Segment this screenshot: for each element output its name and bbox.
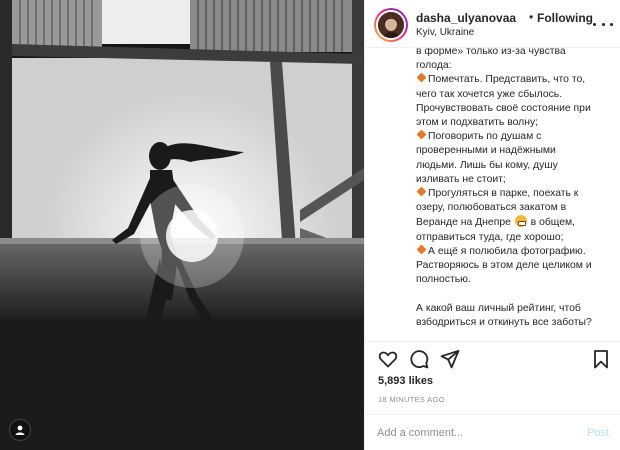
user-tag-icon [15, 425, 25, 435]
instagram-post-viewer: dasha_ulyanovaa • Following Kyiv, Ukrain… [0, 0, 620, 450]
caption-line: А какой ваш личный рейтинг, чтоб [416, 302, 581, 314]
caption-line: Веранде на Днепре в общем, [416, 215, 576, 229]
orange-diamond-icon [416, 186, 427, 197]
username-link[interactable]: dasha_ulyanovaa [416, 11, 516, 25]
heart-icon[interactable] [378, 349, 398, 369]
caption-line: Помечтать. Представить, что то, [416, 72, 607, 87]
paper-plane-icon[interactable] [440, 349, 460, 369]
caption-line: А ещё я полюбила фотографию. [416, 244, 607, 259]
following-button[interactable]: Following [537, 11, 593, 25]
grinning-face-icon [514, 215, 527, 228]
avatar[interactable] [374, 8, 408, 42]
orange-diamond-icon [416, 129, 427, 140]
caption-line: Растворяюсь в этом деле целиком и [416, 260, 592, 272]
caption-line: голода: [416, 60, 452, 72]
caption-line: в форме» только из-за чувства [416, 48, 566, 57]
caption-line: озеру, полюбоваться закатом в [416, 202, 567, 214]
bookmark-icon[interactable] [591, 349, 611, 369]
photo-illustration [0, 0, 364, 450]
comment-bubble-icon[interactable] [409, 349, 429, 369]
post-header: dasha_ulyanovaa • Following Kyiv, Ukrain… [365, 0, 620, 48]
avatar-image [378, 12, 404, 38]
orange-diamond-icon [416, 72, 427, 83]
caption-line: отправиться туда, где хорошо; [416, 231, 564, 243]
post-comment-button[interactable]: Post [587, 427, 609, 439]
location-link[interactable]: Kyiv, Ukraine [416, 27, 474, 38]
separator-dot: • [529, 10, 534, 24]
caption-line: Прочувствовать своё состояние при [416, 102, 591, 114]
caption-text: в форме» только из-за чувства голода: По… [365, 48, 620, 341]
post-actions-bar [365, 341, 620, 373]
user-tag-button[interactable] [9, 419, 31, 441]
caption-line: этом и подхватить волну; [416, 117, 539, 129]
caption-line: проверенными и надёжными [416, 145, 556, 157]
post-photo[interactable] [0, 0, 364, 450]
comment-input[interactable] [377, 425, 567, 441]
caption-line: полностью. [416, 274, 471, 286]
caption-line: Поговорить по душам с [416, 129, 607, 144]
likes-count[interactable]: 5,893 likes [378, 375, 433, 387]
caption-line: изливать не стоит; [416, 173, 506, 185]
more-options-icon[interactable] [593, 17, 613, 31]
caption-line: людьми. Лишь бы кому, душу [416, 159, 558, 171]
post-side-panel: dasha_ulyanovaa • Following Kyiv, Ukrain… [364, 0, 620, 450]
comment-form: Post [365, 414, 620, 450]
caption-line: Прогуляться в парке, поехать к [416, 186, 607, 201]
post-timestamp[interactable]: 18 MINUTES AGO [378, 395, 445, 404]
caption-line: взбодриться и откинуть все заботы? [416, 316, 592, 328]
caption-line: чего так хочется уже сбылось. [416, 88, 563, 100]
orange-diamond-icon [416, 244, 427, 255]
